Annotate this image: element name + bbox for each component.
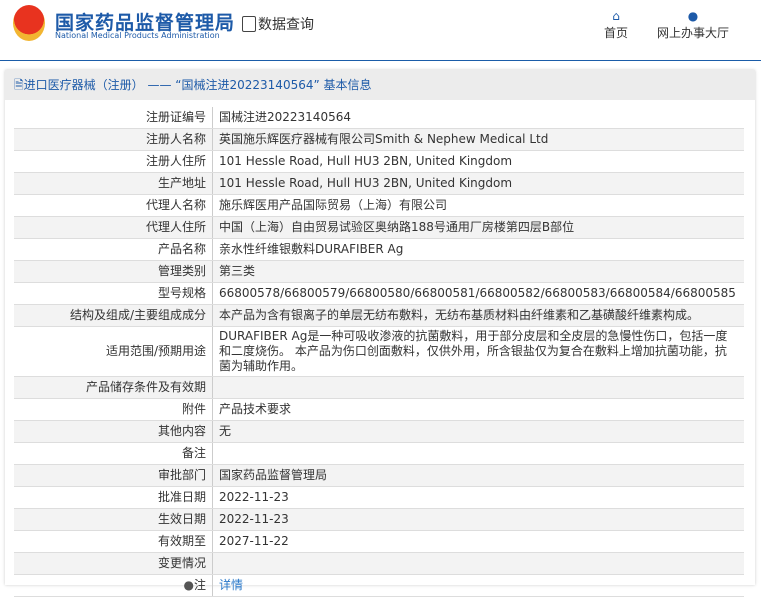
row-value: 英国施乐辉医疗器械有限公司Smith & Nephew Medical Ltd bbox=[212, 128, 744, 151]
table-row: 审批部门 国家药品监督管理局 bbox=[14, 464, 744, 487]
row-value: 本产品为含有银离子的单层无纺布敷料，无纺布基质材料由纤维素和乙基磺酸纤维素构成。 bbox=[212, 304, 744, 327]
table-row: 附件 产品技术要求 bbox=[14, 398, 744, 421]
row-value: 无 bbox=[212, 420, 744, 443]
row-value: 101 Hessle Road, Hull HU3 2BN, United Ki… bbox=[212, 150, 744, 173]
row-label: 管理类别 bbox=[14, 260, 213, 283]
row-value bbox=[212, 552, 744, 575]
row-label: 审批部门 bbox=[14, 464, 213, 487]
table-row: 生效日期 2022-11-23 bbox=[14, 508, 744, 531]
row-value: 第三类 bbox=[212, 260, 744, 283]
nav-online-hall[interactable]: ● 网上办事大厅 bbox=[657, 9, 729, 41]
row-value: 国械注进20223140564 bbox=[212, 107, 744, 129]
details-link[interactable]: 详情 bbox=[219, 578, 243, 592]
table-row: 代理人住所 中国（上海）自由贸易试验区奥纳路188号通用厂房楼第四层B部位 bbox=[14, 216, 744, 239]
row-label: 生产地址 bbox=[14, 172, 213, 195]
site-subtitle: National Medical Products Administration bbox=[55, 31, 220, 40]
national-emblem-logo bbox=[13, 5, 45, 41]
table-row: 变更情况 bbox=[14, 552, 744, 575]
row-label: 产品储存条件及有效期 bbox=[14, 376, 213, 399]
table-row-note: ●注 详情 bbox=[14, 574, 744, 597]
row-label: 型号规格 bbox=[14, 282, 213, 305]
document-search-icon bbox=[242, 16, 256, 32]
row-value bbox=[212, 376, 744, 399]
row-label: 注册证编号 bbox=[14, 107, 213, 129]
nav-online-hall-label: 网上办事大厅 bbox=[657, 26, 730, 40]
table-row: 注册人名称 英国施乐辉医疗器械有限公司Smith & Nephew Medical… bbox=[14, 128, 744, 151]
data-query-label: 数据查询 bbox=[258, 17, 314, 33]
detail-panel: 🗎进口医疗器械（注册） —— “国械注进20223140564” 基本信息 注册… bbox=[5, 70, 755, 597]
row-value: DURAFIBER Ag是一种可吸收渗液的抗菌敷料，用于部分皮层和全皮层的急慢性… bbox=[212, 326, 744, 377]
detail-table: 注册证编号 国械注进20223140564 注册人名称 英国施乐辉医疗器械有限公司Sm… bbox=[14, 107, 744, 597]
note-label: 注 bbox=[193, 578, 206, 592]
table-row: 有效期至 2027-11-22 bbox=[14, 530, 744, 553]
table-row: 管理类别 第三类 bbox=[14, 260, 744, 283]
row-label: 有效期至 bbox=[14, 530, 213, 553]
row-label: 备注 bbox=[14, 442, 213, 465]
user-icon: ● bbox=[687, 9, 699, 23]
table-row: 生产地址 101 Hessle Road, Hull HU3 2BN, Unite… bbox=[14, 172, 744, 195]
table-row: 产品储存条件及有效期 bbox=[14, 376, 744, 399]
table-row: 适用范围/预期用途 DURAFIBER Ag是一种可吸收渗液的抗菌敷料，用于部分皮… bbox=[14, 326, 744, 377]
row-label: 附件 bbox=[14, 398, 213, 421]
row-label: ●注 bbox=[14, 574, 213, 597]
row-value: 2022-11-23 bbox=[212, 486, 744, 509]
row-label: 变更情况 bbox=[14, 552, 213, 575]
row-value: 101 Hessle Road, Hull HU3 2BN, United Ki… bbox=[212, 172, 744, 195]
row-label: 结构及组成/主要组成成分 bbox=[14, 304, 213, 327]
row-label: 批准日期 bbox=[14, 486, 213, 509]
row-value: 2022-11-23 bbox=[212, 508, 744, 531]
panel-title-text: 进口医疗器械（注册） —— “国械注进20223140564” 基本信息 bbox=[23, 78, 372, 92]
row-label: 代理人名称 bbox=[14, 194, 213, 217]
row-label: 产品名称 bbox=[14, 238, 213, 261]
row-value: 中国（上海）自由贸易试验区奥纳路188号通用厂房楼第四层B部位 bbox=[212, 216, 744, 239]
row-label: 注册人名称 bbox=[14, 128, 213, 151]
row-label: 其他内容 bbox=[14, 420, 213, 443]
table-row: 产品名称 亲水性纤维银敷料DURAFIBER Ag bbox=[14, 238, 744, 261]
nav-home[interactable]: ⌂ 首页 bbox=[604, 9, 628, 41]
row-label: 生效日期 bbox=[14, 508, 213, 531]
nav-home-label: 首页 bbox=[604, 26, 629, 40]
table-row: 备注 bbox=[14, 442, 744, 465]
home-icon: ⌂ bbox=[612, 9, 620, 23]
table-row: 型号规格 66800578/66800579/66800580/66800581/… bbox=[14, 282, 744, 305]
table-row: 结构及组成/主要组成成分 本产品为含有银离子的单层无纺布敷料，无纺布基质材料由纤维… bbox=[14, 304, 744, 327]
row-label: 代理人住所 bbox=[14, 216, 213, 239]
site-header: 国家药品监督管理局 National Medical Products Admi… bbox=[0, 0, 761, 61]
data-query-link[interactable]: 数据查询 bbox=[242, 14, 314, 34]
panel-title: 🗎进口医疗器械（注册） —— “国械注进20223140564” 基本信息 bbox=[5, 70, 755, 100]
row-value: 国家药品监督管理局 bbox=[212, 464, 744, 487]
row-value: 2027-11-22 bbox=[212, 530, 744, 553]
table-row: 注册证编号 国械注进20223140564 bbox=[14, 107, 744, 129]
pin-icon: ● bbox=[183, 578, 194, 592]
row-label: 注册人住所 bbox=[14, 150, 213, 173]
row-value: 66800578/66800579/66800580/66800581/6680… bbox=[212, 282, 744, 305]
table-row: 注册人住所 101 Hessle Road, Hull HU3 2BN, Unit… bbox=[14, 150, 744, 173]
row-value: 产品技术要求 bbox=[212, 398, 744, 421]
table-row: 批准日期 2022-11-23 bbox=[14, 486, 744, 509]
row-label: 适用范围/预期用途 bbox=[14, 326, 213, 377]
table-row: 其他内容无 bbox=[14, 420, 744, 443]
row-value: 详情 bbox=[212, 574, 744, 597]
row-value: 施乐辉医用产品国际贸易（上海）有限公司 bbox=[212, 194, 744, 217]
row-value bbox=[212, 442, 744, 465]
row-value: 亲水性纤维银敷料DURAFIBER Ag bbox=[212, 238, 744, 261]
table-row: 代理人名称 施乐辉医用产品国际贸易（上海）有限公司 bbox=[14, 194, 744, 217]
document-icon: 🗎 bbox=[14, 78, 24, 92]
